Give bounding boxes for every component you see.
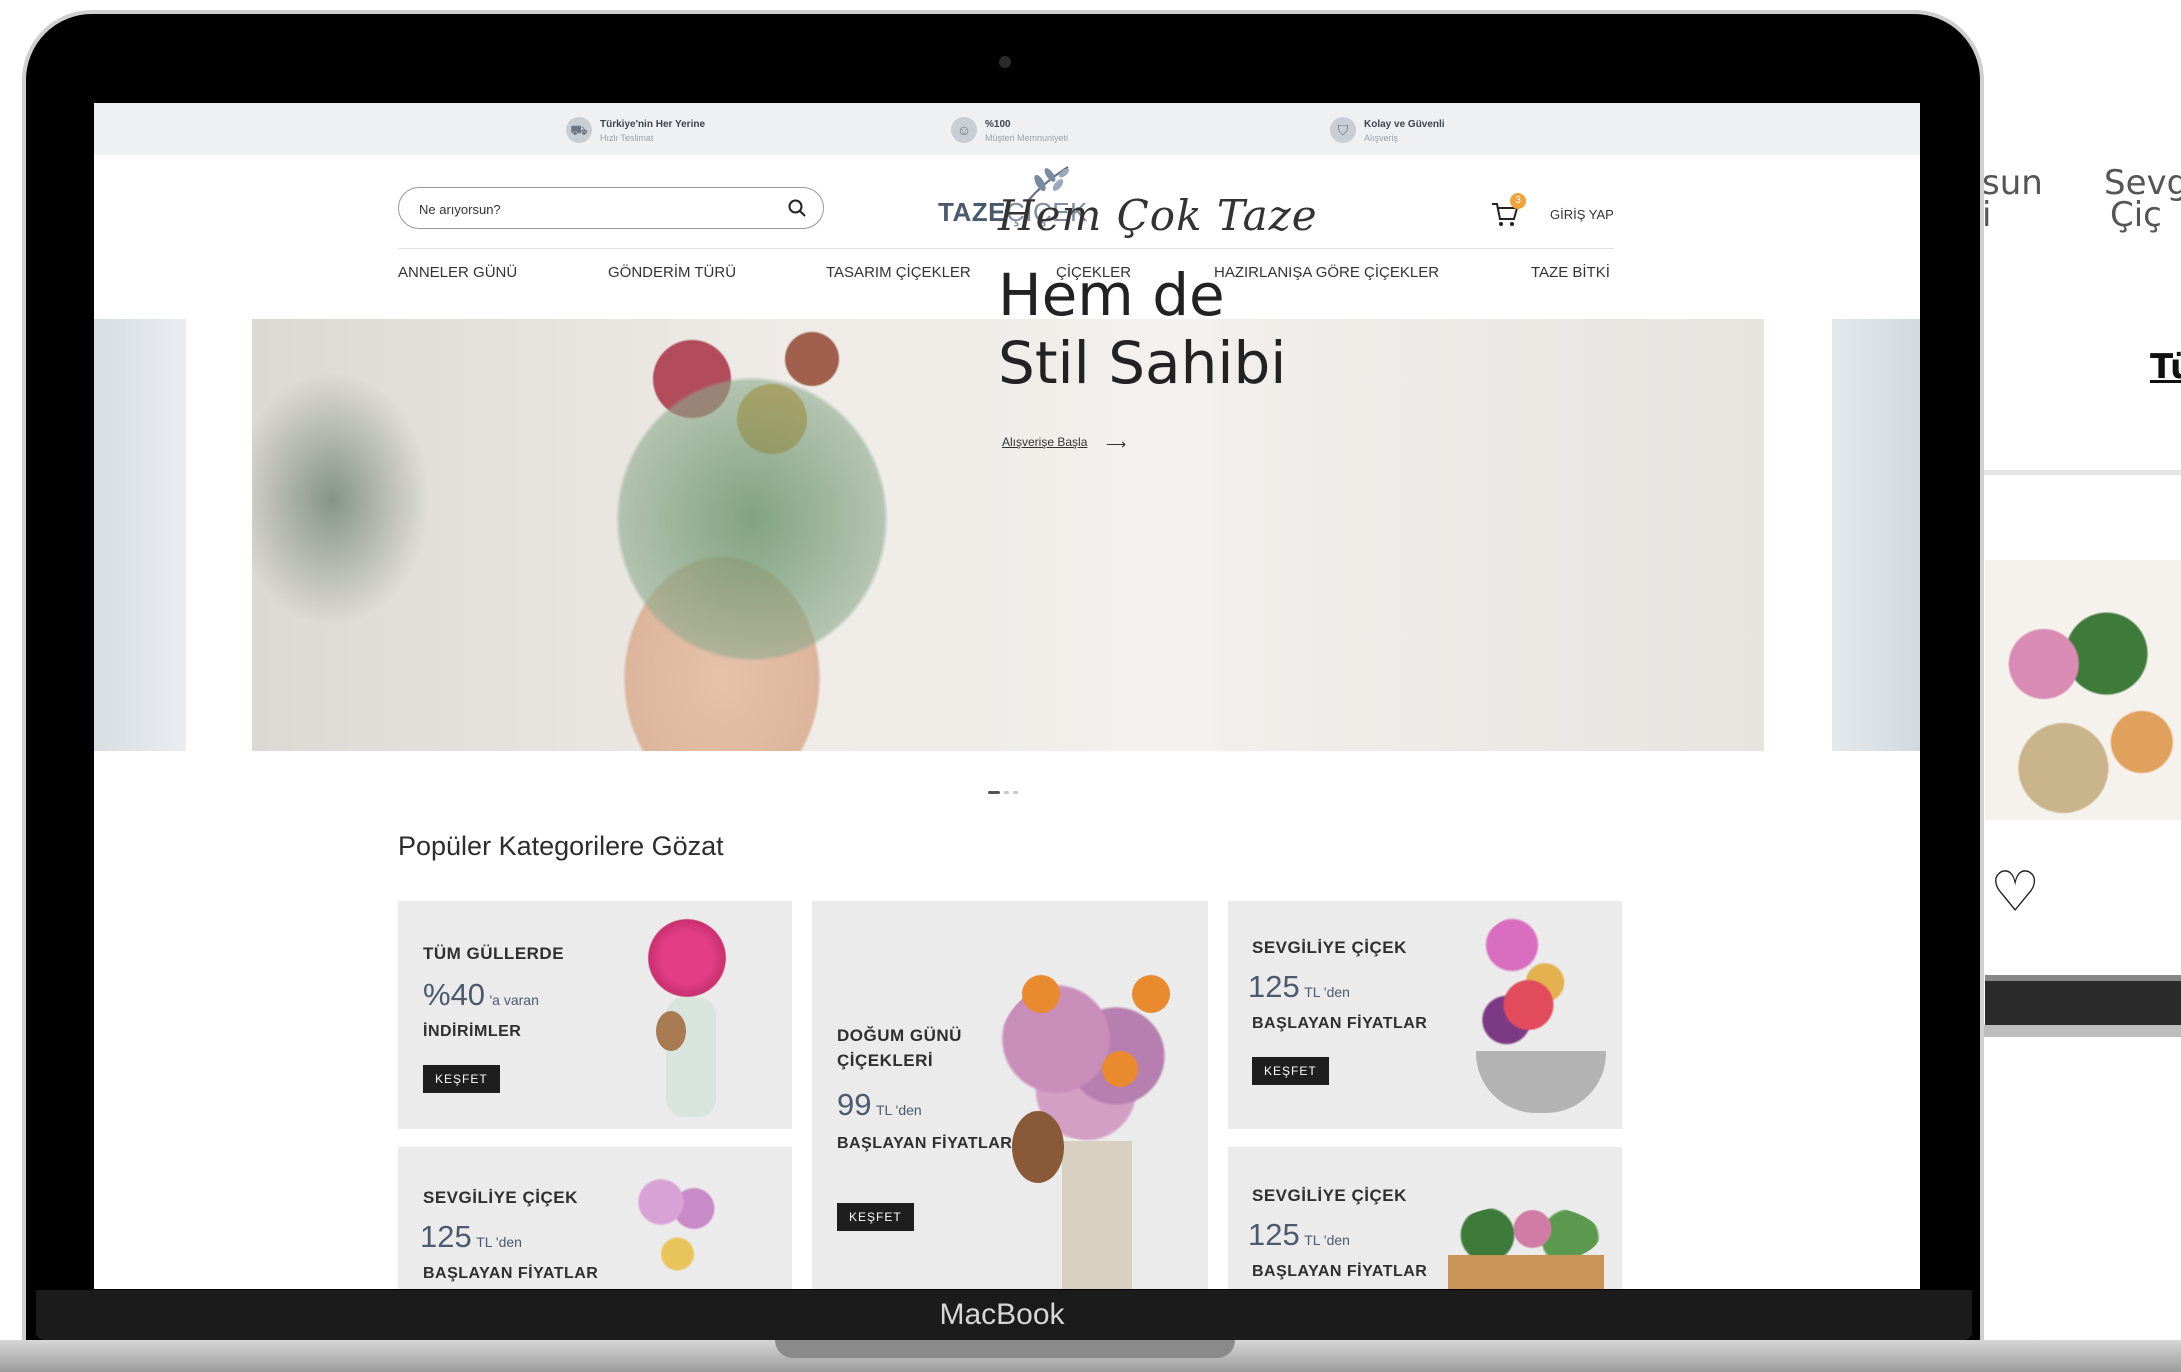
card-label: BAŞLAYAN FİYATLAR	[1252, 1015, 1428, 1032]
category-card-birthday[interactable]: DOĞUM GÜNÜ ÇİÇEKLERİ 99 TL 'den BAŞLAYAN…	[812, 901, 1208, 1289]
category-card-roses[interactable]: TÜM GÜLLERDE %40 'a varan İNDİRİMLER KEŞ…	[398, 901, 792, 1129]
card-label: TÜM GÜLLERDE	[423, 944, 565, 963]
info-subtitle: Alışveriş	[1364, 133, 1399, 143]
card-label: ÇİÇEKLERİ	[837, 1051, 934, 1070]
background-text: Tü	[2150, 347, 2181, 387]
info-title: Kolay ve Güvenli	[1364, 119, 1445, 130]
smile-icon: ☺	[951, 117, 977, 143]
card-label: SEVGİLİYE ÇİÇEK	[1252, 1186, 1407, 1205]
wooden-box-image	[1448, 1255, 1604, 1289]
heart-icon: ♡	[1990, 860, 2041, 925]
background-bar	[1960, 1025, 2181, 1037]
card-label: SEVGİLİYE ÇİÇEK	[1252, 938, 1407, 957]
slider-dot[interactable]	[1013, 791, 1018, 794]
info-title: Türkiye'nin Her Yerine	[600, 119, 706, 130]
card-price: 125 TL 'den	[420, 1219, 522, 1255]
logo-bold: TAZE	[938, 197, 1006, 227]
card-price-value: 125	[420, 1219, 472, 1254]
next-slide-preview[interactable]	[1832, 319, 1920, 751]
slider-dot[interactable]	[1004, 791, 1009, 794]
card-price-value: 125	[1248, 1217, 1300, 1252]
orange-slice-image	[1102, 1051, 1138, 1087]
card-price-value: 125	[1248, 969, 1300, 1004]
slider-dot-active[interactable]	[988, 791, 1000, 794]
product-image	[628, 1163, 738, 1289]
search-bar[interactable]	[398, 187, 824, 229]
website-screen: ⛟ Türkiye'nin Her Yerine Hızlı Teslimat …	[94, 103, 1920, 1289]
card-label: İNDİRİMLER	[423, 1023, 522, 1040]
background-bar	[1985, 975, 2181, 1029]
card-price-unit: TL 'den	[476, 1234, 522, 1250]
info-subtitle: Müşteri Memnuniyeti	[985, 133, 1069, 143]
nav-item[interactable]: TASARIM ÇİÇEKLER	[826, 264, 971, 281]
prev-slide-preview[interactable]	[94, 319, 186, 751]
nav-item[interactable]: GÖNDERİM TÜRÜ	[608, 264, 736, 281]
nav-item[interactable]: TAZE BİTKİ	[1531, 264, 1610, 281]
discover-button[interactable]: KEŞFET	[423, 1065, 500, 1093]
hero-script-text: Hem Çok Taze	[998, 191, 1318, 240]
nav-item[interactable]: ANNELER GÜNÜ	[398, 264, 517, 281]
discover-button[interactable]: KEŞFET	[837, 1203, 914, 1231]
card-price: 125 TL 'den	[1248, 969, 1350, 1005]
hero-title-line: Stil Sahibi	[998, 329, 1287, 397]
shield-icon: ⛉	[1330, 117, 1356, 143]
orange-slice-image	[1132, 975, 1170, 1013]
card-label: BAŞLAYAN FİYATLAR	[837, 1135, 1013, 1152]
arrow-right-icon[interactable]: ⟶	[1106, 436, 1126, 453]
tag-image	[1012, 1111, 1064, 1183]
tag-image	[656, 1011, 686, 1051]
hero-title: Hem de Stil Sahibi	[998, 261, 1286, 397]
card-price: %40 'a varan	[423, 977, 539, 1013]
background-product-image	[1985, 560, 2181, 820]
card-label: BAŞLAYAN FİYATLAR	[1252, 1263, 1428, 1280]
card-price: 125 TL 'den	[1248, 1217, 1350, 1253]
hero-title-line: Hem de	[998, 261, 1225, 329]
product-image	[642, 913, 732, 1003]
card-price: 99 TL 'den	[837, 1087, 922, 1123]
shop-now-link[interactable]: Alışverişe Başla	[1002, 435, 1087, 449]
discover-button[interactable]: KEŞFET	[1252, 1057, 1329, 1085]
info-title: %100	[985, 119, 1011, 130]
card-price-unit: TL 'den	[1304, 984, 1350, 1000]
login-link[interactable]: GİRİŞ YAP	[1550, 207, 1614, 222]
section-title: Popüler Kategorilere Gözat	[398, 831, 724, 861]
card-label: SEVGİLİYE ÇİÇEK	[423, 1188, 578, 1207]
vase-image	[1062, 1141, 1132, 1289]
truck-icon: ⛟	[566, 117, 592, 143]
card-label: BAŞLAYAN FİYATLAR	[423, 1265, 599, 1282]
device-brand: MacBook	[939, 1298, 1065, 1331]
card-price-value: %40	[423, 977, 486, 1012]
category-card-valentine[interactable]: SEVGİLİYE ÇİÇEK 125 TL 'den BAŞLAYAN FİY…	[398, 1147, 792, 1289]
card-price-unit: 'a varan	[489, 992, 539, 1008]
product-image	[1468, 915, 1578, 1065]
pot-image	[1476, 1051, 1606, 1113]
camera-icon	[999, 56, 1011, 68]
nav-divider	[398, 248, 1614, 249]
search-input[interactable]	[417, 198, 781, 220]
orange-slice-image	[1022, 975, 1060, 1013]
card-price-unit: TL 'den	[1304, 1232, 1350, 1248]
info-subtitle: Hızlı Teslimat	[600, 133, 654, 143]
card-price-unit: TL 'den	[875, 1102, 922, 1118]
background-divider	[1960, 470, 2181, 475]
search-icon[interactable]	[787, 198, 807, 218]
card-label: DOĞUM GÜNÜ	[837, 1026, 962, 1045]
laptop-notch	[775, 1340, 1235, 1358]
card-price-value: 99	[837, 1087, 872, 1122]
category-card-valentine[interactable]: SEVGİLİYE ÇİÇEK 125 TL 'den BAŞLAYAN FİY…	[1228, 901, 1622, 1129]
category-card-valentine[interactable]: SEVGİLİYE ÇİÇEK 125 TL 'den BAŞLAYAN FİY…	[1228, 1147, 1622, 1289]
background-text: Çiç	[2110, 195, 2162, 235]
info-bar: ⛟ Türkiye'nin Her Yerine Hızlı Teslimat …	[94, 103, 1920, 155]
cart-count-badge: 3	[1510, 193, 1526, 209]
